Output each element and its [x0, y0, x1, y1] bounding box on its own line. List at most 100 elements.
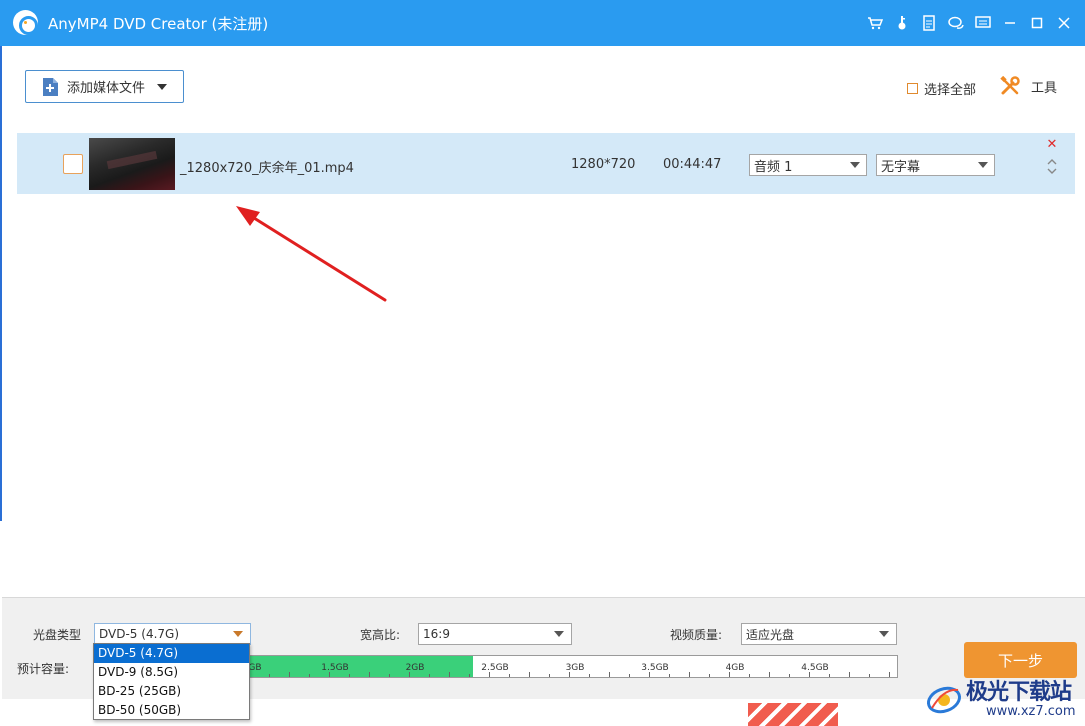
document-icon[interactable]: [918, 12, 940, 34]
video-quality-value: 适应光盘: [746, 627, 795, 642]
capacity-tick: [769, 672, 770, 677]
capacity-tick: [589, 674, 590, 677]
audio-track-select[interactable]: 音频 1: [749, 154, 867, 176]
capacity-tick: [649, 672, 650, 677]
watermark-url: www.xz7.com: [986, 704, 1076, 719]
capacity-tick: [509, 674, 510, 677]
decorative-stripe: [748, 703, 838, 726]
aspect-ratio-value: 16:9: [423, 627, 450, 641]
capacity-tick: [329, 672, 330, 677]
capacity-tick: [689, 672, 690, 677]
maximize-icon[interactable]: [1026, 12, 1048, 34]
capacity-tick: [789, 674, 790, 677]
video-quality-select[interactable]: 适应光盘: [741, 623, 897, 645]
select-all-label: 选择全部: [924, 83, 977, 98]
window-left-edge: [0, 46, 2, 521]
chevron-down-icon: [879, 631, 889, 637]
capacity-tick-label: 1.5GB: [321, 663, 349, 673]
capacity-tick-label: 4.5GB: [801, 663, 829, 673]
aspect-ratio-label: 宽高比:: [360, 628, 401, 642]
tools-button[interactable]: 工具: [1000, 76, 1057, 96]
watermark-name: 极光下载站: [966, 680, 1072, 705]
capacity-tick: [829, 674, 830, 677]
chevron-down-icon[interactable]: [157, 83, 168, 90]
capacity-tick: [889, 672, 890, 677]
close-icon[interactable]: [1053, 12, 1075, 34]
file-list-row[interactable]: _1280x720_庆余年_01.mp4 1280*720 00:44:47 音…: [17, 133, 1075, 194]
capacity-bar: GB 1.5GB 2GB 2.5GB 3GB 3.5GB 4GB 4.5GB: [248, 655, 898, 678]
chat-icon[interactable]: [945, 12, 967, 34]
capacity-tick: [349, 674, 350, 677]
key-icon[interactable]: [891, 12, 913, 34]
chevron-down-icon: [978, 162, 988, 168]
add-media-button[interactable]: 添加媒体文件: [25, 70, 184, 103]
capacity-tick: [609, 672, 610, 677]
file-name: _1280x720_庆余年_01.mp4: [180, 161, 354, 176]
checkbox-icon[interactable]: [907, 83, 918, 94]
capacity-fill: [249, 656, 474, 677]
remove-file-icon[interactable]: ✕: [1046, 138, 1058, 151]
chevron-down-icon: [850, 162, 860, 168]
capacity-tick: [569, 672, 570, 677]
capacity-tick: [469, 674, 470, 677]
annotation-arrow-upper: [236, 206, 387, 302]
capacity-tick: [549, 674, 550, 677]
titlebar-controls: [859, 12, 1075, 34]
disc-type-dropdown-list: DVD-5 (4.7G) DVD-9 (8.5G) BD-25 (25GB) BD-5…: [93, 643, 250, 720]
disc-type-value: DVD-5 (4.7G): [99, 627, 180, 641]
add-file-icon: [43, 77, 58, 96]
capacity-tick: [449, 672, 450, 677]
disc-type-option[interactable]: BD-50 (50GB): [94, 701, 249, 720]
capacity-tick: [669, 674, 670, 677]
menu-icon[interactable]: [972, 12, 994, 34]
capacity-tick: [869, 674, 870, 677]
capacity-tick: [749, 674, 750, 677]
audio-track-value: 音频 1: [754, 159, 793, 175]
subtitle-value: 无字幕: [881, 159, 921, 175]
capacity-tick: [529, 672, 530, 677]
minimize-icon[interactable]: [999, 12, 1021, 34]
add-media-label: 添加媒体文件: [67, 81, 146, 96]
capacity-tick: [629, 674, 630, 677]
title-bar: AnyMP4 DVD Creator (未注册): [0, 0, 1085, 46]
capacity-tick: [849, 672, 850, 677]
file-resolution: 1280*720: [571, 157, 636, 172]
disc-type-option[interactable]: DVD-5 (4.7G): [94, 644, 249, 663]
watermark: 极光下载站 www.xz7.com: [924, 674, 1085, 726]
capacity-tick: [369, 672, 370, 677]
capacity-tick-label: GB: [248, 663, 262, 673]
capacity-tick: [809, 672, 810, 677]
capacity-tick: [289, 672, 290, 677]
capacity-tick: [389, 674, 390, 677]
cart-icon[interactable]: [864, 12, 886, 34]
select-all-checkbox[interactable]: 选择全部: [907, 79, 976, 98]
tools-label: 工具: [1031, 80, 1058, 96]
disc-type-option[interactable]: DVD-9 (8.5G): [94, 663, 249, 682]
next-step-button[interactable]: 下一步: [964, 642, 1077, 678]
capacity-tick-label: 2.5GB: [481, 663, 509, 673]
capacity-tick: [409, 672, 410, 677]
move-up-icon[interactable]: [1046, 157, 1058, 166]
app-logo-icon: [13, 10, 38, 35]
capacity-tick: [309, 674, 310, 677]
capacity-tick: [709, 674, 710, 677]
disc-type-select[interactable]: DVD-5 (4.7G): [94, 623, 251, 645]
capacity-tick-label: 3.5GB: [641, 663, 669, 673]
capacity-tick: [429, 674, 430, 677]
disc-type-option[interactable]: BD-25 (25GB): [94, 682, 249, 701]
wrench-screwdriver-icon: [1000, 76, 1020, 95]
chevron-down-icon: [554, 631, 564, 637]
video-quality-label: 视频质量:: [670, 628, 723, 642]
chevron-down-icon: [233, 631, 243, 637]
disc-type-label: 光盘类型: [33, 628, 82, 642]
move-down-icon[interactable]: [1046, 167, 1058, 176]
capacity-tick: [489, 672, 490, 677]
capacity-label: 预计容量:: [17, 662, 70, 676]
video-thumbnail[interactable]: [89, 138, 175, 190]
file-row-checkbox[interactable]: [63, 154, 83, 174]
capacity-tick: [269, 674, 270, 677]
file-duration: 00:44:47: [663, 157, 722, 172]
aspect-ratio-select[interactable]: 16:9: [418, 623, 572, 645]
window-title: AnyMP4 DVD Creator (未注册): [48, 15, 269, 33]
subtitle-select[interactable]: 无字幕: [876, 154, 995, 176]
